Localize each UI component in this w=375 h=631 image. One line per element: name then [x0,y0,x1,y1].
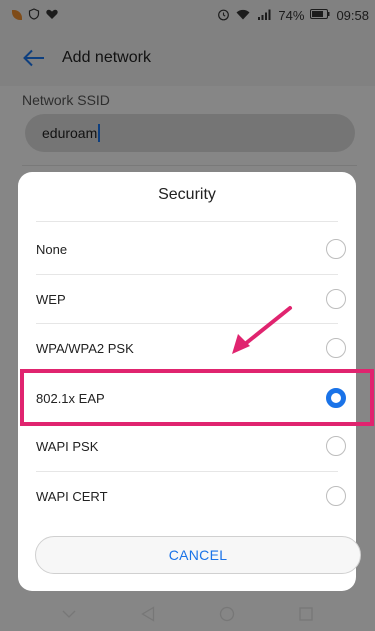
dialog-title: Security [158,186,216,203]
option-label: None [36,241,68,257]
cancel-button[interactable]: CANCEL [35,536,361,574]
radio-button[interactable] [326,338,346,358]
chevron-down-icon[interactable] [59,604,79,624]
radio-button[interactable] [326,289,346,309]
radio-button[interactable] [326,239,346,259]
radio-button[interactable] [326,436,346,456]
option-divider [36,221,338,222]
option-wpa-wpa2-psk[interactable]: WPA/WPA2 PSK [18,324,356,372]
highlight-box [20,369,374,426]
option-wep[interactable]: WEP [18,275,356,323]
option-none[interactable]: None [18,225,356,273]
radio-button[interactable] [326,486,346,506]
option-wapi-cert[interactable]: WAPI CERT [18,472,356,520]
option-label: WPA/WPA2 PSK [36,340,134,356]
circle-home-icon[interactable] [217,604,237,624]
option-label: WAPI CERT [36,488,108,504]
triangle-back-icon[interactable] [138,604,158,624]
option-wapi-psk[interactable]: WAPI PSK [18,422,356,470]
navigation-bar [0,596,375,631]
option-label: WEP [36,291,66,307]
square-recent-icon[interactable] [296,604,316,624]
pointer-arrow-icon [232,306,292,354]
option-label: WAPI PSK [36,438,99,454]
